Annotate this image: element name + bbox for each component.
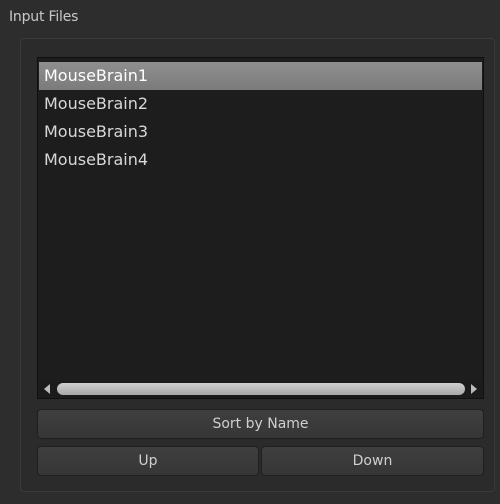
group-title: Input Files: [9, 9, 79, 25]
list-item-mousebrain3[interactable]: MouseBrain3: [39, 118, 482, 146]
scrollbar-thumb[interactable]: [57, 383, 465, 395]
sort-by-name-button[interactable]: Sort by Name: [37, 409, 484, 439]
input-file-list[interactable]: MouseBrain1 MouseBrain2 MouseBrain3 Mous…: [37, 57, 484, 399]
move-up-button[interactable]: Up: [37, 446, 259, 476]
horizontal-scrollbar[interactable]: [39, 381, 482, 397]
move-down-button[interactable]: Down: [261, 446, 484, 476]
input-files-panel: Input Files MouseBrain1 MouseBrain2 Mous…: [0, 0, 500, 504]
scroll-left-arrow-icon[interactable]: [39, 381, 55, 397]
list-item-mousebrain1[interactable]: MouseBrain1: [39, 62, 482, 90]
list-item-mousebrain4[interactable]: MouseBrain4: [39, 146, 482, 174]
list-item-mousebrain2[interactable]: MouseBrain2: [39, 90, 482, 118]
file-list-items: MouseBrain1 MouseBrain2 MouseBrain3 Mous…: [39, 62, 482, 174]
scroll-right-arrow-icon[interactable]: [466, 381, 482, 397]
